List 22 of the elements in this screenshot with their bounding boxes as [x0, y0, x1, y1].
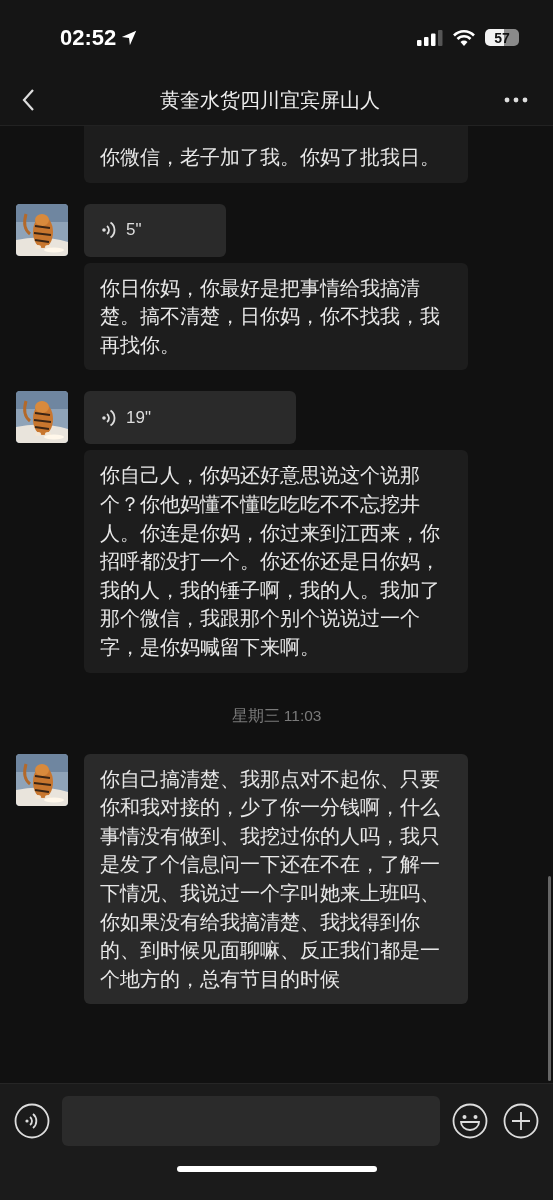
voice-message[interactable]: 19": [84, 391, 296, 445]
plus-icon[interactable]: [503, 1102, 539, 1139]
voice-duration: 19": [126, 407, 151, 428]
voice-duration: 5": [126, 220, 142, 241]
voice-wave-icon: [102, 407, 116, 428]
message-bubble: 你微信，老子加了我。你妈了批我日。: [84, 126, 468, 183]
status-time: 02:52: [60, 24, 117, 51]
emoji-icon[interactable]: [452, 1102, 488, 1139]
chat-title: 黄奎水货四川宜宾屏山人: [159, 87, 380, 113]
message-bubble: 你自己人，你妈还好意思说这个说那个？你他妈懂不懂吃吃吃不不忘挖井人。你连是你妈，你过来到江西来，你招呼都没打一个。你还你还是日你妈，我的人，我的锤子啊，我的人。我加了那个微信，我跟那个别个说说过一个字，是你妈喊留下来啊。: [84, 450, 468, 673]
location-arrow-icon: [120, 28, 139, 47]
more-icon[interactable]: [504, 97, 528, 103]
voice-icon[interactable]: [14, 1102, 50, 1139]
voice-wave-icon: [102, 220, 116, 241]
back-icon[interactable]: [21, 88, 35, 112]
message-bubble: 你自己搞清楚、我那点对不起你、只要你和我对接的，少了你一分钱啊，什么事情没有做到、我挖过你的人吗，我只是发了个信息问一下还在不在，了解一下情况、我说过一个字叫她来上班吗、你如果没有给我搞清楚、我找得到你的、到时候见面聊嘛、反正我们都是一个地方的，总有节目的时候: [84, 753, 468, 1005]
wifi-icon: [452, 28, 476, 47]
timestamp: 星期三 11:03: [231, 705, 322, 726]
signal-icon: [417, 29, 443, 46]
message-bubble: 你日你妈，你最好是把事情给我搞清楚。搞不清楚，日你妈，你不找我，我再找你。: [84, 262, 468, 371]
voice-message[interactable]: 5": [84, 203, 226, 257]
battery-icon: 57: [485, 29, 519, 46]
